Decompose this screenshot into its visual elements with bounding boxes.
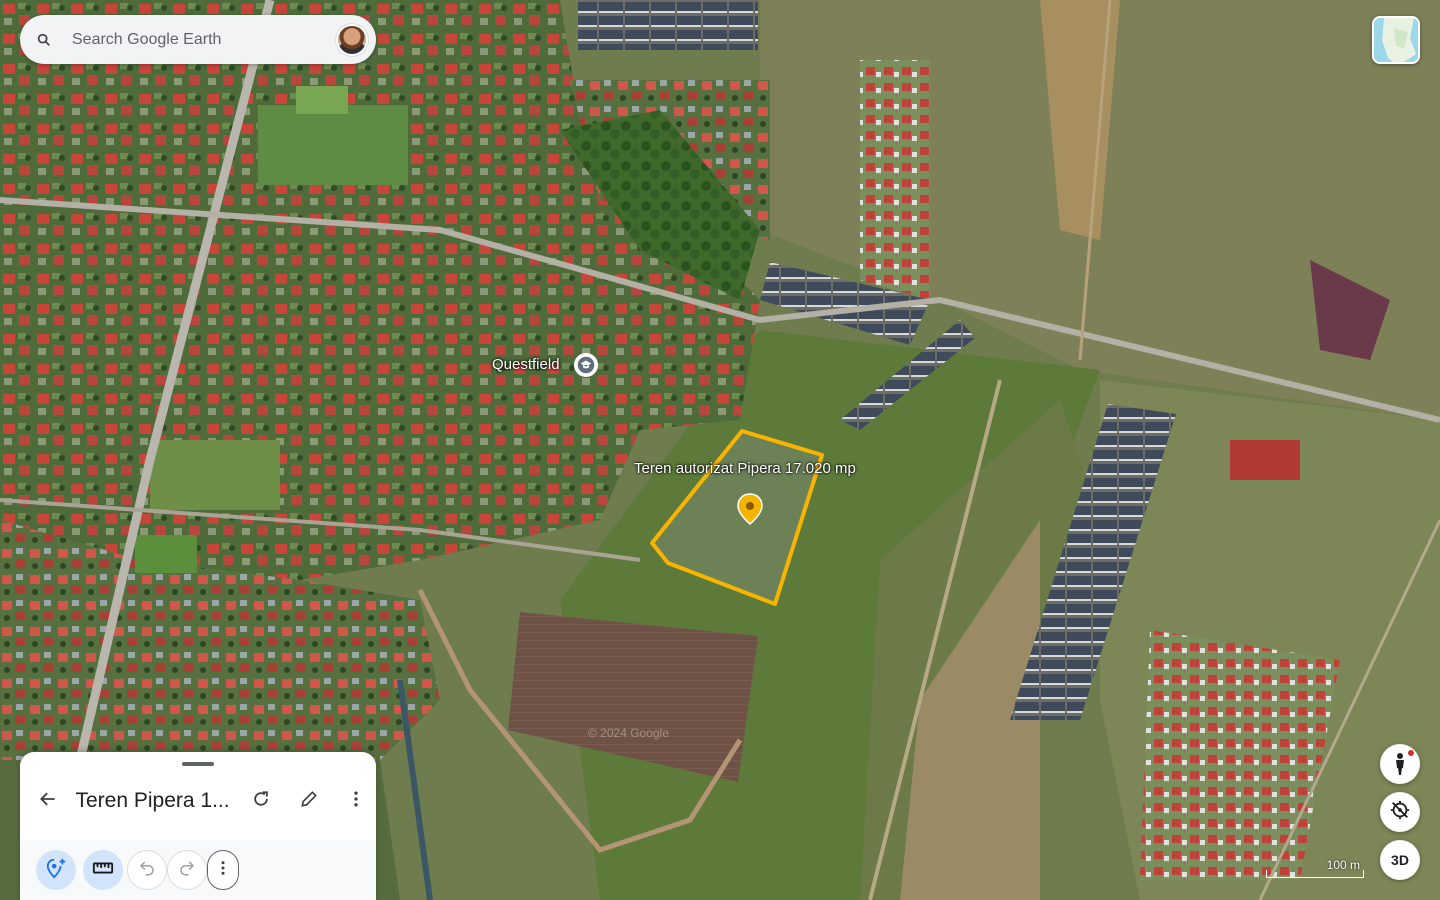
pencil-icon	[299, 789, 319, 814]
add-placemark-icon	[45, 857, 67, 884]
measure-button[interactable]	[83, 850, 123, 890]
add-placemark-button[interactable]	[36, 850, 76, 890]
school-icon[interactable]	[574, 353, 598, 377]
more-vert-icon	[346, 789, 366, 814]
ruler-icon	[92, 857, 114, 884]
compass-button[interactable]	[1380, 792, 1420, 832]
search-bar[interactable]	[20, 15, 376, 64]
place-label[interactable]: Questfield	[492, 356, 560, 373]
refresh-button[interactable]	[241, 781, 281, 821]
placemark-marker[interactable]	[737, 493, 763, 525]
toolbar-more-button[interactable]	[207, 850, 239, 890]
project-title: Teren Pipera 1...	[75, 789, 230, 812]
account-avatar[interactable]	[336, 24, 368, 56]
scale-bar: 100 m	[1266, 856, 1364, 878]
street-view-button[interactable]	[1380, 744, 1420, 784]
arrow-back-icon	[38, 789, 58, 814]
polygon-label[interactable]: Teren autorizat Pipera 17.020 mp	[634, 460, 856, 477]
more-options-button[interactable]	[336, 781, 376, 821]
project-panel: Teren Pipera 1...	[20, 752, 376, 900]
redo-icon	[178, 859, 196, 882]
refresh-icon	[251, 789, 271, 814]
scale-line	[1266, 870, 1364, 878]
panel-toolbar	[20, 840, 376, 900]
map-style-thumbnail[interactable]	[1372, 16, 1420, 64]
undo-icon	[138, 859, 156, 882]
map-watermark: © 2024 Google	[588, 726, 669, 740]
search-icon[interactable]	[20, 15, 68, 64]
compass-icon	[1389, 799, 1411, 826]
panel-drag-handle[interactable]	[182, 762, 214, 766]
undo-button[interactable]	[127, 850, 167, 890]
back-button[interactable]	[28, 781, 68, 821]
more-vert-icon	[214, 859, 232, 882]
pegman-icon	[1390, 750, 1414, 776]
redo-button[interactable]	[167, 850, 207, 890]
google-earth-app: Questfield Teren autorizat Pipera 17.020…	[0, 0, 1440, 900]
edit-button[interactable]	[289, 781, 329, 821]
panel-header: Teren Pipera 1...	[20, 778, 376, 824]
search-input[interactable]	[72, 30, 330, 49]
toggle-3d-button[interactable]: 3D	[1380, 840, 1420, 880]
